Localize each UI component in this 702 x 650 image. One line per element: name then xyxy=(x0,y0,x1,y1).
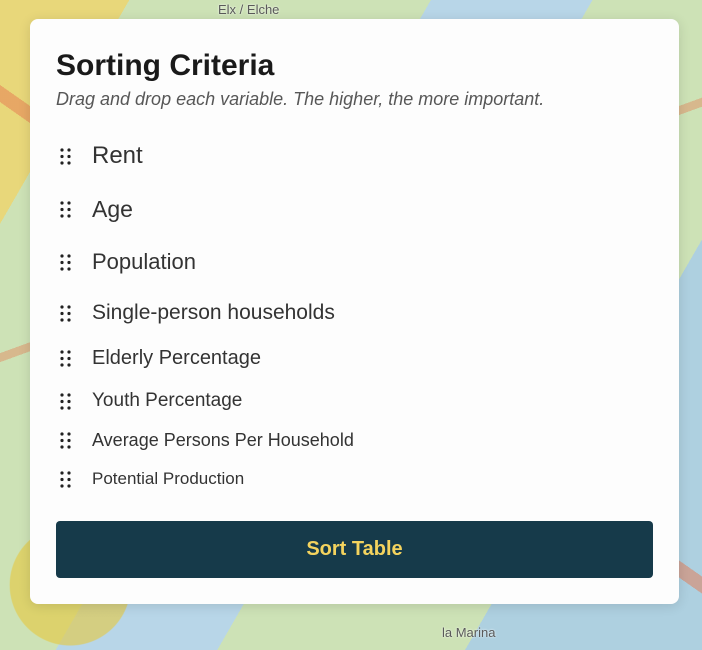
drag-handle-icon[interactable] xyxy=(58,148,72,165)
criteria-label: Population xyxy=(92,249,196,275)
criteria-label: Single-person households xyxy=(92,301,335,325)
criteria-label: Elderly Percentage xyxy=(92,347,261,370)
sorting-card: Sorting Criteria Drag and drop each vari… xyxy=(30,19,679,604)
drag-handle-icon[interactable] xyxy=(58,393,72,410)
drag-handle-icon[interactable] xyxy=(58,350,72,367)
criteria-label: Rent xyxy=(92,142,143,170)
card-title: Sorting Criteria xyxy=(56,49,653,83)
drag-handle-icon[interactable] xyxy=(58,471,72,488)
criteria-item[interactable]: Rent xyxy=(56,138,653,174)
drag-handle-icon[interactable] xyxy=(58,201,72,218)
criteria-item[interactable]: Youth Percentage xyxy=(56,386,653,416)
card-subtitle: Drag and drop each variable. The higher,… xyxy=(56,89,653,110)
criteria-item[interactable]: Population xyxy=(56,245,653,279)
criteria-item[interactable]: Age xyxy=(56,192,653,227)
criteria-list: Rent Age Population Single-person househ… xyxy=(56,138,653,493)
criteria-item[interactable]: Elderly Percentage xyxy=(56,343,653,374)
criteria-label: Age xyxy=(92,196,133,223)
drag-handle-icon[interactable] xyxy=(58,254,72,271)
criteria-label: Potential Production xyxy=(92,469,244,489)
criteria-label: Youth Percentage xyxy=(92,390,242,412)
criteria-item[interactable]: Single-person households xyxy=(56,297,653,329)
drag-handle-icon[interactable] xyxy=(58,432,72,449)
criteria-item[interactable]: Average Persons Per Household xyxy=(56,426,653,455)
drag-handle-icon[interactable] xyxy=(58,305,72,322)
criteria-label: Average Persons Per Household xyxy=(92,430,354,451)
sort-table-button[interactable]: Sort Table xyxy=(56,521,653,578)
criteria-item[interactable]: Potential Production xyxy=(56,465,653,493)
